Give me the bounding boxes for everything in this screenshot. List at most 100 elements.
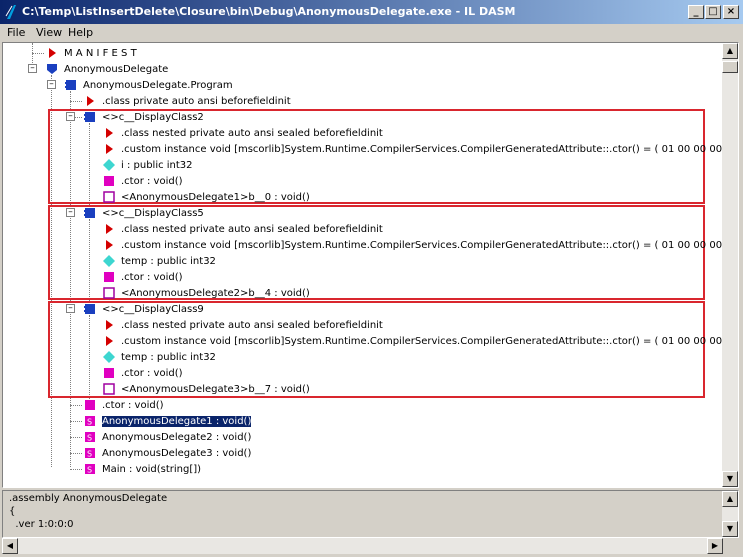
tree-node-custom-attribute[interactable]: .custom instance void [mscorlib]System.R… xyxy=(103,141,739,157)
class-decl-label: .class nested private auto ansi sealed b… xyxy=(121,223,383,235)
namespace-shield-icon xyxy=(47,64,57,74)
class-icon xyxy=(84,112,95,122)
tree-node-ctor[interactable]: .ctor : void() xyxy=(103,365,183,381)
attribute-triangle-icon xyxy=(106,240,113,250)
info-line-1: .assembly AnonymousDelegate xyxy=(9,493,168,504)
svg-text:S: S xyxy=(87,434,92,443)
anon-method-label: <AnonymousDelegate2>b__4 : void() xyxy=(121,287,310,299)
tree-node-program-class-decl[interactable]: .class private auto ansi beforefieldinit xyxy=(84,93,291,109)
displayclass2-collapse-toggle[interactable]: – xyxy=(66,112,75,121)
displayclass5-label: <>c__DisplayClass5 xyxy=(102,207,204,219)
tree-node-field[interactable]: temp : public int32 xyxy=(103,349,216,365)
program-class-decl-label: .class private auto ansi beforefieldinit xyxy=(102,95,291,107)
manifest-label: M A N I F E S T xyxy=(64,47,137,59)
attribute-triangle-icon xyxy=(106,144,113,154)
static-method-icon: S xyxy=(85,432,95,443)
ildasm-app-icon xyxy=(5,5,16,19)
info-vertical-scrollbar[interactable]: ▲ ▼ xyxy=(722,491,738,537)
tree-node-field[interactable]: i : public int32 xyxy=(103,157,193,173)
class-decl-label: .class nested private auto ansi sealed b… xyxy=(121,127,383,139)
class-decl-triangle-icon xyxy=(106,320,113,330)
tree-node-anon-method[interactable]: <AnonymousDelegate1>b__0 : void() xyxy=(103,189,310,205)
class-icon xyxy=(84,304,95,314)
attribute-triangle-icon xyxy=(106,336,113,346)
displayclass2-label: <>c__DisplayClass2 xyxy=(102,111,204,123)
tree-node-anon-method[interactable]: <AnonymousDelegate2>b__4 : void() xyxy=(103,285,310,301)
tree-node-class-decl[interactable]: .class nested private auto ansi sealed b… xyxy=(103,221,383,237)
menu-file[interactable]: File xyxy=(7,26,25,39)
method-icon xyxy=(104,176,114,186)
tree-view[interactable]: M A N I F E S T – AnonymousDelegate – An… xyxy=(2,42,739,488)
tree-node-anonymousdelegate3[interactable]: S AnonymousDelegate3 : void() xyxy=(84,445,251,461)
method-outline-icon xyxy=(103,287,115,299)
manifest-triangle-icon xyxy=(49,48,56,58)
tree-node-displayclass2[interactable]: <>c__DisplayClass2 xyxy=(84,109,204,125)
field-label: i : public int32 xyxy=(121,159,193,171)
info-pane[interactable]: .assembly AnonymousDelegate { .ver 1:0:0… xyxy=(2,490,739,538)
tree-node-ctor[interactable]: .ctor : void() xyxy=(103,269,183,285)
scroll-thumb[interactable] xyxy=(722,61,738,73)
tree-node-displayclass9[interactable]: <>c__DisplayClass9 xyxy=(84,301,204,317)
anonymousdelegate1-label: AnonymousDelegate1 : void() xyxy=(100,414,253,428)
tree-node-program-ctor[interactable]: .ctor : void() xyxy=(84,397,164,413)
info-line-3: .ver 1:0:0:0 xyxy=(9,519,74,530)
class-decl-triangle-icon xyxy=(87,96,94,106)
maximize-button[interactable]: □ xyxy=(705,5,721,19)
displayclass5-collapse-toggle[interactable]: – xyxy=(66,208,75,217)
info-line-2: { xyxy=(9,506,16,517)
field-label: temp : public int32 xyxy=(121,351,216,363)
window-title: C:\Temp\ListInsertDelete\Closure\bin\Deb… xyxy=(22,5,516,18)
method-outline-icon xyxy=(103,191,115,203)
class-icon xyxy=(84,208,95,218)
ctor-label: .ctor : void() xyxy=(121,271,183,283)
custom-attribute-label: .custom instance void [mscorlib]System.R… xyxy=(121,335,739,347)
tree-node-custom-attribute[interactable]: .custom instance void [mscorlib]System.R… xyxy=(103,237,738,253)
tree-node-anonymousdelegate1[interactable]: S AnonymousDelegate1 : void() xyxy=(84,413,253,429)
svg-text:S: S xyxy=(87,466,92,475)
static-method-icon: S xyxy=(85,416,95,427)
anon-method-label: <AnonymousDelegate3>b__7 : void() xyxy=(121,383,310,395)
program-class-label: AnonymousDelegate.Program xyxy=(83,79,233,91)
anonymousdelegate2-label: AnonymousDelegate2 : void() xyxy=(102,431,252,443)
scroll-left-arrow-icon[interactable]: ◀ xyxy=(2,538,18,554)
field-diamond-icon xyxy=(103,159,115,171)
tree-vertical-scrollbar[interactable]: ▲ ▼ xyxy=(722,43,738,487)
field-diamond-icon xyxy=(103,351,115,363)
tree-node-custom-attribute[interactable]: .custom instance void [mscorlib]System.R… xyxy=(103,333,739,349)
class-decl-label: .class nested private auto ansi sealed b… xyxy=(121,319,383,331)
info-horizontal-scrollbar[interactable]: ◀ ▶ xyxy=(2,538,723,554)
tree-node-program-class[interactable]: AnonymousDelegate.Program xyxy=(65,77,233,93)
ctor-label: .ctor : void() xyxy=(121,367,183,379)
menu-view[interactable]: View xyxy=(36,26,62,39)
scroll-right-arrow-icon[interactable]: ▶ xyxy=(707,538,723,554)
tree-node-ctor[interactable]: .ctor : void() xyxy=(103,173,183,189)
class-icon xyxy=(65,80,76,90)
class-decl-triangle-icon xyxy=(106,224,113,234)
ctor-label: .ctor : void() xyxy=(121,175,183,187)
tree-node-manifest[interactable]: M A N I F E S T xyxy=(46,45,137,61)
close-button[interactable]: × xyxy=(723,5,739,19)
title-bar: C:\Temp\ListInsertDelete\Closure\bin\Deb… xyxy=(0,0,743,24)
menu-bar: File View Help xyxy=(0,24,743,42)
anonymousdelegate3-label: AnonymousDelegate3 : void() xyxy=(102,447,252,459)
tree-node-anon-method[interactable]: <AnonymousDelegate3>b__7 : void() xyxy=(103,381,310,397)
static-method-icon: S xyxy=(85,464,95,475)
size-grip xyxy=(723,538,739,554)
minimize-button[interactable]: _ xyxy=(688,5,704,19)
tree-node-displayclass5[interactable]: <>c__DisplayClass5 xyxy=(84,205,204,221)
scroll-up-arrow-icon[interactable]: ▲ xyxy=(722,491,738,507)
program-collapse-toggle[interactable]: – xyxy=(47,80,56,89)
tree-node-main[interactable]: S Main : void(string[]) xyxy=(84,461,201,477)
custom-attribute-label: .custom instance void [mscorlib]System.R… xyxy=(121,143,739,155)
menu-help[interactable]: Help xyxy=(68,26,93,39)
scroll-down-arrow-icon[interactable]: ▼ xyxy=(722,471,738,487)
tree-node-anonymousdelegate2[interactable]: S AnonymousDelegate2 : void() xyxy=(84,429,251,445)
tree-node-class-decl[interactable]: .class nested private auto ansi sealed b… xyxy=(103,317,383,333)
tree-node-namespace[interactable]: AnonymousDelegate xyxy=(46,61,168,77)
scroll-down-arrow-icon[interactable]: ▼ xyxy=(722,521,738,537)
tree-node-class-decl[interactable]: .class nested private auto ansi sealed b… xyxy=(103,125,383,141)
displayclass9-collapse-toggle[interactable]: – xyxy=(66,304,75,313)
tree-node-field[interactable]: temp : public int32 xyxy=(103,253,216,269)
namespace-collapse-toggle[interactable]: – xyxy=(28,64,37,73)
scroll-up-arrow-icon[interactable]: ▲ xyxy=(722,43,738,59)
